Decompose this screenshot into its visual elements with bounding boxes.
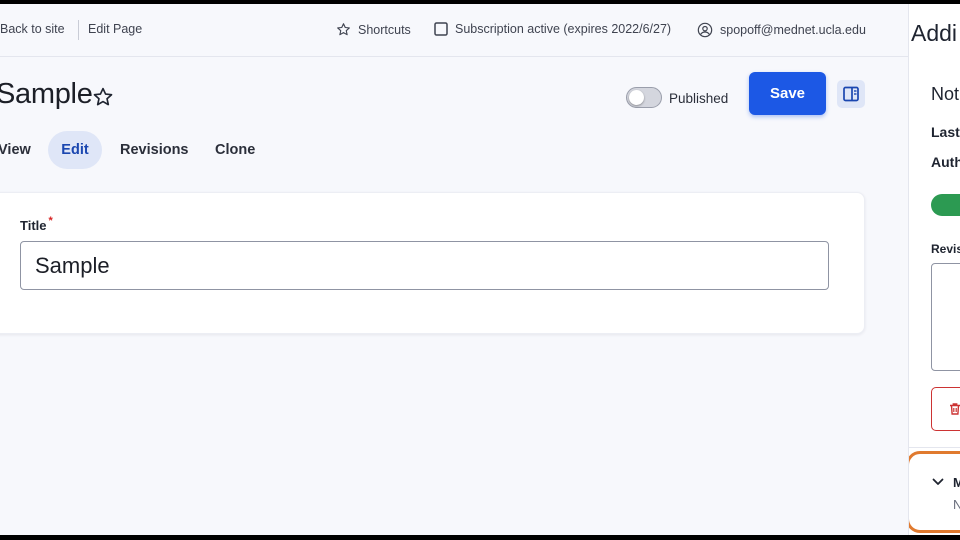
shortcuts-label: Shortcuts (358, 22, 411, 37)
user-account-menu[interactable]: spopoff@mednet.ucla.edu (697, 22, 866, 38)
published-toggle[interactable] (626, 87, 662, 108)
additional-settings-sidebar: Addi Not Last Auth Revis M N (908, 4, 960, 535)
chevron-down-icon (932, 478, 944, 485)
title-field-label: Title * (20, 215, 53, 233)
title-input[interactable] (20, 241, 829, 290)
panel-right-icon (843, 86, 859, 102)
top-toolbar: Back to site Edit Page Shortcuts Subscri… (0, 4, 908, 57)
published-label: Published (669, 91, 729, 106)
delete-button[interactable] (931, 387, 960, 431)
sidebar-heading: Addi (911, 20, 958, 46)
sidebar-author-label: Auth (931, 154, 960, 170)
sidebar-revision-label: Revis (931, 242, 960, 256)
menu-section-subtext: N (953, 497, 960, 512)
trash-icon (950, 403, 960, 415)
menu-section-label: M (953, 475, 960, 490)
toolbar-divider (78, 20, 79, 40)
tab-revisions[interactable]: Revisions (120, 131, 189, 169)
shortcuts-button[interactable]: Shortcuts (336, 22, 411, 37)
back-to-site-label: Back to site (0, 22, 65, 36)
highlighted-menu-section[interactable] (909, 451, 960, 533)
toggle-knob (629, 90, 644, 105)
checkbox-icon (434, 22, 448, 36)
subscription-status[interactable]: Subscription active (expires 2022/6/27) (434, 22, 671, 36)
favorite-star-button[interactable] (92, 86, 114, 108)
tab-edit[interactable]: Edit (48, 131, 102, 169)
back-to-site-link[interactable]: Back to site (0, 22, 65, 36)
save-button[interactable]: Save (749, 72, 826, 115)
required-marker: * (48, 215, 53, 227)
star-outline-icon (337, 23, 350, 36)
revision-log-textarea[interactable] (931, 263, 960, 371)
title-label-text: Title (20, 218, 47, 233)
sidebar-status: Not (931, 84, 960, 104)
edit-page-text: Edit Page (88, 22, 143, 36)
page-title: Sample (0, 78, 93, 110)
edit-page-label: Edit Page (88, 22, 142, 36)
tab-clone[interactable]: Clone (215, 131, 255, 169)
tab-view[interactable]: View (0, 131, 31, 169)
subscription-label: Subscription active (expires 2022/6/27) (455, 22, 672, 36)
sidebar-revision-switch[interactable] (931, 194, 960, 216)
user-email: spopoff@mednet.ucla.edu (720, 23, 866, 37)
app-window: Back to site Edit Page Shortcuts Subscri… (0, 4, 960, 535)
sidebar-divider (909, 447, 960, 448)
sidebar-toggle-button[interactable] (837, 80, 865, 108)
user-circle-icon (697, 22, 713, 38)
star-outline-icon (93, 87, 113, 106)
sidebar-last-saved-label: Last (931, 124, 960, 140)
